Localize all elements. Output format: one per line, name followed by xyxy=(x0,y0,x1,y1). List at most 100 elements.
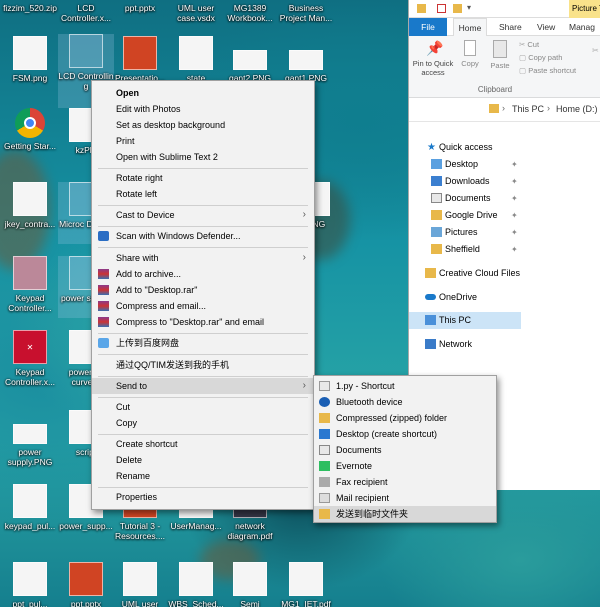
nav-this-pc[interactable]: This PC xyxy=(409,312,521,329)
nav-quick-access[interactable]: ★ Quick access xyxy=(409,139,600,156)
desktop-icon-semi[interactable]: Semi xyxy=(222,562,278,607)
menu-item-add-desktop-rar[interactable]: Add to "Desktop.rar" xyxy=(92,282,314,298)
menu-item-set-background[interactable]: Set as desktop background xyxy=(92,117,314,133)
pin-icon[interactable]: ✦ xyxy=(511,156,518,173)
copy-button[interactable]: Copy xyxy=(457,40,483,68)
desktop-icon-mg1-iet[interactable]: MG1_IET.pdf xyxy=(278,562,334,607)
menu-item-send-to[interactable]: Send to › xyxy=(92,378,314,394)
picture-tools-tab[interactable]: Picture Too xyxy=(569,0,600,18)
desktop-icon-keypad[interactable]: Keypad Controller... xyxy=(2,256,58,313)
nav-creative-cloud[interactable]: Creative Cloud Files xyxy=(409,265,600,282)
menu-separator xyxy=(98,397,308,398)
pin-icon[interactable]: ✦ xyxy=(511,224,518,241)
menu-item-open[interactable]: Open xyxy=(92,85,314,101)
folder-icon xyxy=(489,104,499,113)
nav-network[interactable]: Network xyxy=(409,336,600,353)
image-icon xyxy=(233,50,267,70)
nav-pictures[interactable]: Pictures ✦ xyxy=(409,224,600,241)
address-bar[interactable]: › This PC › Home (D:) xyxy=(409,98,600,122)
menu-item-compress-email[interactable]: Compress and email... xyxy=(92,298,314,314)
nav-documents[interactable]: Documents ✦ xyxy=(409,190,600,207)
menu-separator xyxy=(98,205,308,206)
nav-desktop[interactable]: Desktop ✦ xyxy=(409,156,600,173)
menu-item-cast-to-device[interactable]: Cast to Device › xyxy=(92,207,314,223)
desktop-icon-keypad-xmind[interactable]: ✕ Keypad Controller.x... xyxy=(2,330,58,387)
paste-shortcut-button[interactable]: ▢ Paste shortcut xyxy=(519,66,576,75)
menu-item-edit-photos[interactable]: Edit with Photos xyxy=(92,101,314,117)
tab-home[interactable]: Home xyxy=(453,18,487,36)
desktop-icon-jkey[interactable]: jkey_contra... xyxy=(2,182,58,229)
menu-item-rename[interactable]: Rename xyxy=(92,468,314,484)
desktop-icon-ppt-pptx[interactable]: ppt.pptx xyxy=(58,562,114,607)
desktop-icon-gant1[interactable]: gant1.PNG xyxy=(278,36,334,83)
tab-manage[interactable]: Manag xyxy=(569,18,595,36)
send-to-documents[interactable]: Documents xyxy=(314,442,496,458)
breadcrumb-home-d[interactable]: Home (D:) xyxy=(556,104,598,114)
desktop-icon-wbs[interactable]: WBS_Sched... xyxy=(168,562,224,607)
pin-icon[interactable]: ✦ xyxy=(511,190,518,207)
tab-view[interactable]: View xyxy=(537,18,555,36)
pin-icon[interactable]: ✦ xyxy=(511,207,518,224)
copy-path-button[interactable]: ▢ Copy path xyxy=(519,53,562,62)
file-icon xyxy=(123,562,157,596)
send-to-evernote[interactable]: Evernote xyxy=(314,458,496,474)
nav-downloads[interactable]: Downloads ✦ xyxy=(409,173,600,190)
cut-button[interactable]: ✂ Cut xyxy=(519,40,539,49)
pin-icon[interactable]: ✦ xyxy=(511,173,518,190)
menu-item-compress-rar-email[interactable]: Compress to "Desktop.rar" and email xyxy=(92,314,314,330)
desktop-icon-ppt[interactable]: ppt.pptx xyxy=(112,0,168,13)
folder-icon xyxy=(431,210,442,220)
menu-item-print[interactable]: Print xyxy=(92,133,314,149)
menu-item-baidu-upload[interactable]: 上传到百度网盘 xyxy=(92,335,314,351)
properties-icon[interactable] xyxy=(437,4,446,13)
chevron-down-icon[interactable]: ▾ xyxy=(467,3,471,12)
send-to-desktop-shortcut[interactable]: Desktop (create shortcut) xyxy=(314,426,496,442)
desktop-icon-uml[interactable]: UML user case.vsdx xyxy=(168,0,224,23)
menu-item-rotate-left[interactable]: Rotate left xyxy=(92,186,314,202)
desktop-icon-uml-user[interactable]: UML user xyxy=(112,562,168,607)
tab-share[interactable]: Share xyxy=(499,18,522,36)
menu-item-qq-send[interactable]: 通过QQ/TIM发送到我的手机 xyxy=(92,357,314,373)
desktop-icon-fizzim[interactable]: fizzim_520.zip xyxy=(2,0,58,13)
desktop-icon-state[interactable]: state xyxy=(168,36,224,83)
desktop-icon-power-supply-png[interactable]: power supply.PNG xyxy=(2,410,58,467)
pin-quick-access-button[interactable]: 📌 Pin to Quick access xyxy=(411,40,455,77)
desktop-icon-lcd-controller[interactable]: LCD Controller.x... xyxy=(58,0,114,23)
desktop-icon-ppt-pul[interactable]: ppt_pul... xyxy=(2,562,58,607)
menu-item-open-sublime[interactable]: Open with Sublime Text 2 xyxy=(92,149,314,165)
menu-item-scan-defender[interactable]: Scan with Windows Defender... xyxy=(92,228,314,244)
paste-button[interactable]: Paste xyxy=(487,40,513,70)
nav-google-drive[interactable]: Google Drive ✦ xyxy=(409,207,600,224)
send-to-zip[interactable]: Compressed (zipped) folder xyxy=(314,410,496,426)
desktop-icon-gant2[interactable]: gant2.PNG xyxy=(222,36,278,83)
send-to-bluetooth[interactable]: Bluetooth device xyxy=(314,394,496,410)
desktop-icon-business[interactable]: Business Project Man... xyxy=(278,0,334,23)
desktop-icon-chrome[interactable]: Getting Star... xyxy=(2,108,58,151)
menu-item-rotate-right[interactable]: Rotate right xyxy=(92,170,314,186)
menu-item-properties[interactable]: Properties xyxy=(92,489,314,505)
menu-item-add-archive[interactable]: Add to archive... xyxy=(92,266,314,282)
send-to-fax[interactable]: Fax recipient xyxy=(314,474,496,490)
desktop-icon-keypad-pul[interactable]: keypad_pul... xyxy=(2,484,58,531)
new-folder-icon[interactable] xyxy=(453,4,462,13)
pin-icon[interactable]: ✦ xyxy=(511,241,518,258)
nav-sheffield[interactable]: Sheffield ✦ xyxy=(409,241,600,258)
desktop-icon-fsm[interactable]: FSM.png xyxy=(2,36,58,83)
desktop-icon-presentation[interactable]: Presentatio... xyxy=(112,36,168,83)
nav-onedrive[interactable]: OneDrive xyxy=(409,289,600,306)
menu-item-cut[interactable]: Cut xyxy=(92,399,314,415)
breadcrumb-this-pc[interactable]: This PC xyxy=(512,104,544,114)
desktop-icon-mg1389[interactable]: MG1389 Workbook... xyxy=(222,0,278,23)
menu-item-share-with[interactable]: Share with › xyxy=(92,250,314,266)
copy-path-icon: ▢ xyxy=(519,53,527,62)
send-to-temp-folder[interactable]: 发送到临时文件夹 xyxy=(314,506,496,522)
menu-item-create-shortcut[interactable]: Create shortcut xyxy=(92,436,314,452)
tab-file[interactable]: File xyxy=(409,18,447,36)
send-to-mail[interactable]: Mail recipient xyxy=(314,490,496,506)
send-to-py-shortcut[interactable]: 1.py - Shortcut xyxy=(314,378,496,394)
menu-item-delete[interactable]: Delete xyxy=(92,452,314,468)
folder-icon xyxy=(319,509,330,519)
folder-icon xyxy=(69,34,103,68)
menu-separator xyxy=(98,376,308,377)
menu-item-copy[interactable]: Copy xyxy=(92,415,314,431)
